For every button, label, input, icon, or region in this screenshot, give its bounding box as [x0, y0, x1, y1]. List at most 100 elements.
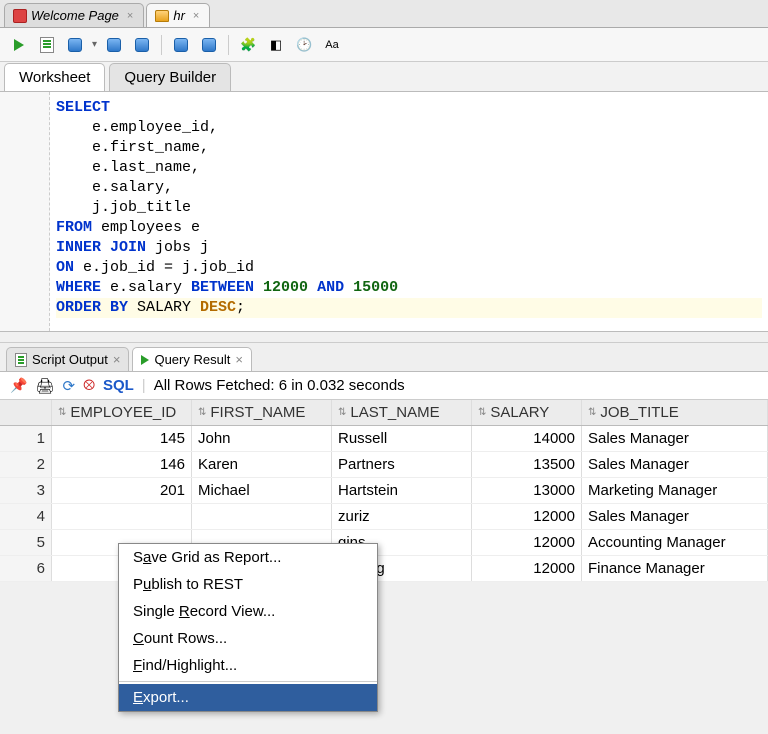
- ctx-count-rows[interactable]: Count Rows...: [119, 625, 377, 652]
- cell-salary: 14000: [472, 426, 582, 451]
- commit-button[interactable]: [131, 34, 153, 56]
- results-grid: ⇅EMPLOYEE_ID ⇅FIRST_NAME ⇅LAST_NAME ⇅SAL…: [0, 400, 768, 582]
- table-row[interactable]: 2146KarenPartners13500Sales Manager: [0, 452, 768, 478]
- ctx-find-highlight[interactable]: Find/Highlight...: [119, 652, 377, 679]
- col-salary[interactable]: ⇅SALARY: [472, 400, 582, 425]
- db-icon: [174, 38, 188, 52]
- oracle-icon: [13, 9, 27, 23]
- table-row[interactable]: 1145JohnRussell14000Sales Manager: [0, 426, 768, 452]
- text-size-icon: Aa: [325, 39, 338, 51]
- clock-icon: 🕑: [296, 37, 312, 53]
- cell-job-title: Sales Manager: [582, 452, 768, 477]
- sort-icon: ⇅: [588, 407, 596, 418]
- rownum-cell: 1: [0, 426, 52, 451]
- cell-employee-id: 145: [52, 426, 192, 451]
- cell-employee-id: 201: [52, 478, 192, 503]
- table-row[interactable]: 3201MichaelHartstein13000Marketing Manag…: [0, 478, 768, 504]
- db-icon: [68, 38, 82, 52]
- tab-query-result-label: Query Result: [154, 352, 230, 367]
- close-icon[interactable]: ×: [193, 10, 199, 22]
- run-button[interactable]: [8, 34, 30, 56]
- results-toolbar: 📌 🖨 ⟳ ⮾ SQL | All Rows Fetched: 6 in 0.0…: [0, 372, 768, 400]
- tab-hr[interactable]: hr ×: [146, 3, 210, 27]
- play-icon: [14, 39, 24, 51]
- pin-icon[interactable]: 📌: [10, 377, 27, 394]
- table-row[interactable]: 6enberg12000Finance Manager: [0, 556, 768, 582]
- delete-icon[interactable]: ⮾: [83, 377, 95, 394]
- close-icon[interactable]: ×: [127, 10, 133, 22]
- separator: [119, 681, 377, 682]
- play-icon: [141, 355, 149, 365]
- subtab-worksheet[interactable]: Worksheet: [4, 63, 105, 91]
- cell-last-name: Russell: [332, 426, 472, 451]
- rownum-cell: 5: [0, 530, 52, 555]
- subtab-querybuilder[interactable]: Query Builder: [109, 63, 231, 91]
- col-last-name[interactable]: ⇅LAST_NAME: [332, 400, 472, 425]
- sheet-icon: [40, 37, 54, 53]
- tab-welcome[interactable]: Welcome Page ×: [4, 3, 144, 27]
- cell-first-name: John: [192, 426, 332, 451]
- rownum-cell: 4: [0, 504, 52, 529]
- db-icon: [135, 38, 149, 52]
- tab-welcome-label: Welcome Page: [31, 8, 119, 23]
- clear-button[interactable]: ◧: [265, 34, 287, 56]
- explain-plan-button[interactable]: [64, 34, 86, 56]
- cell-employee-id: [52, 504, 192, 529]
- separator: [228, 35, 229, 55]
- editor-gutter: [0, 92, 50, 331]
- ctx-export[interactable]: Export...: [119, 684, 377, 711]
- rownum-cell: 6: [0, 556, 52, 581]
- db-icon: [202, 38, 216, 52]
- refresh-icon[interactable]: ⟳: [62, 377, 75, 395]
- close-icon[interactable]: ×: [235, 352, 243, 367]
- col-employee-id[interactable]: ⇅EMPLOYEE_ID: [52, 400, 192, 425]
- tab-script-output-label: Script Output: [32, 352, 108, 367]
- table-row[interactable]: 5gins12000Accounting Manager: [0, 530, 768, 556]
- col-first-name[interactable]: ⇅FIRST_NAME: [192, 400, 332, 425]
- toolbar-button[interactable]: 🕑: [293, 34, 315, 56]
- cell-job-title: Sales Manager: [582, 504, 768, 529]
- cell-salary: 13500: [472, 452, 582, 477]
- cell-first-name: Michael: [192, 478, 332, 503]
- tab-script-output[interactable]: Script Output ×: [6, 347, 129, 371]
- toolbar-button[interactable]: [170, 34, 192, 56]
- editor-tab-strip: Welcome Page × hr ×: [0, 0, 768, 28]
- cell-salary: 12000: [472, 504, 582, 529]
- results-tab-strip: Script Output × Query Result ×: [0, 342, 768, 372]
- cell-job-title: Finance Manager: [582, 556, 768, 581]
- cell-salary: 13000: [472, 478, 582, 503]
- ctx-save-grid[interactable]: Save Grid as Report...: [119, 544, 377, 571]
- sort-icon: ⇅: [338, 407, 346, 418]
- toolbar-button[interactable]: [198, 34, 220, 56]
- sort-icon: ⇅: [198, 407, 206, 418]
- sql-link[interactable]: SQL: [103, 377, 134, 394]
- sql-editor-wrap: SELECT e.employee_id, e.first_name, e.la…: [0, 92, 768, 332]
- sort-icon: ⇅: [58, 407, 66, 418]
- col-job-title[interactable]: ⇅JOB_TITLE: [582, 400, 768, 425]
- sql-editor[interactable]: SELECT e.employee_id, e.first_name, e.la…: [50, 92, 768, 331]
- close-icon[interactable]: ×: [113, 352, 121, 367]
- separator: |: [142, 377, 146, 394]
- script-icon: [15, 353, 27, 367]
- cell-employee-id: 146: [52, 452, 192, 477]
- tab-query-result[interactable]: Query Result ×: [132, 347, 251, 371]
- sort-icon: ⇅: [478, 407, 486, 418]
- toolbar-button[interactable]: 🧩: [237, 34, 259, 56]
- status-text: All Rows Fetched: 6 in 0.032 seconds: [154, 377, 405, 394]
- ctx-single-record[interactable]: Single Record View...: [119, 598, 377, 625]
- ctx-publish-rest[interactable]: Publish to REST: [119, 571, 377, 598]
- cell-job-title: Sales Manager: [582, 426, 768, 451]
- print-icon[interactable]: 🖨: [35, 377, 54, 395]
- run-script-button[interactable]: [36, 34, 58, 56]
- puzzle-icon: 🧩: [240, 37, 256, 53]
- worksheet-subtabs: Worksheet Query Builder: [0, 62, 768, 92]
- cell-last-name: Partners: [332, 452, 472, 477]
- rownum-cell: 3: [0, 478, 52, 503]
- toolbar-button[interactable]: Aa: [321, 34, 343, 56]
- dropdown-arrow-icon[interactable]: ▾: [92, 39, 97, 50]
- cell-first-name: [192, 504, 332, 529]
- table-row[interactable]: 4zuriz12000Sales Manager: [0, 504, 768, 530]
- cell-job-title: Marketing Manager: [582, 478, 768, 503]
- cell-last-name: Hartstein: [332, 478, 472, 503]
- autotrace-button[interactable]: [103, 34, 125, 56]
